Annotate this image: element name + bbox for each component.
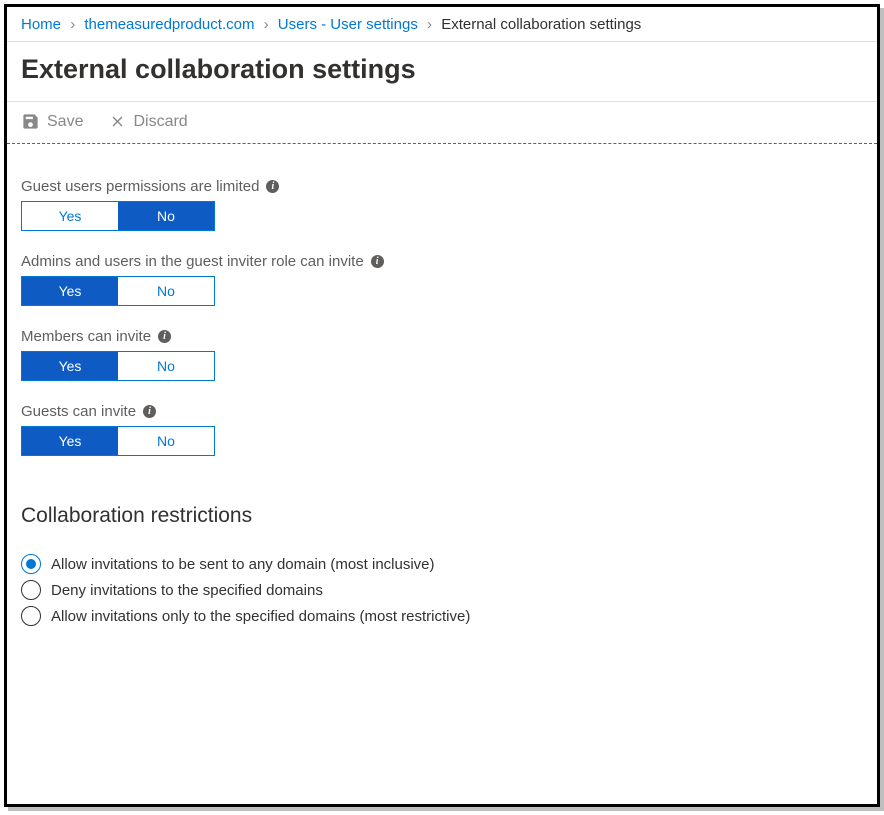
radio-label: Deny invitations to the specified domain… [51, 582, 323, 599]
radio-deny-domains[interactable]: Deny invitations to the specified domain… [21, 580, 863, 600]
field-guest-permissions: Guest users permissions are limited i Ye… [21, 178, 863, 231]
save-icon [21, 112, 40, 131]
save-label: Save [47, 113, 83, 131]
close-icon [109, 113, 126, 130]
label-text: Guests can invite [21, 403, 136, 420]
settings-panel: Home › themeasuredproduct.com › Users - … [4, 4, 880, 807]
field-label: Admins and users in the guest inviter ro… [21, 253, 863, 270]
radio-allow-any-domain[interactable]: Allow invitations to be sent to any doma… [21, 554, 863, 574]
save-button[interactable]: Save [21, 112, 83, 131]
toggle-yes[interactable]: Yes [22, 202, 118, 230]
page-title: External collaboration settings [21, 54, 863, 85]
toggle-yes[interactable]: Yes [22, 277, 118, 305]
radio-allow-only-domains[interactable]: Allow invitations only to the specified … [21, 606, 863, 626]
field-label: Guest users permissions are limited i [21, 178, 863, 195]
radio-icon [21, 580, 41, 600]
toolbar: Save Discard [7, 101, 877, 144]
restrictions-radio-group: Allow invitations to be sent to any doma… [21, 554, 863, 626]
radio-icon [21, 554, 41, 574]
field-admins-can-invite: Admins and users in the guest inviter ro… [21, 253, 863, 306]
restrictions-heading: Collaboration restrictions [21, 504, 863, 528]
radio-label: Allow invitations to be sent to any doma… [51, 556, 435, 573]
toggle-guest-permissions: Yes No [21, 201, 215, 231]
field-guests-can-invite: Guests can invite i Yes No [21, 403, 863, 456]
breadcrumb-home[interactable]: Home [21, 16, 61, 33]
info-icon[interactable]: i [158, 330, 171, 343]
breadcrumb-tenant[interactable]: themeasuredproduct.com [84, 16, 254, 33]
toggle-no[interactable]: No [118, 352, 214, 380]
info-icon[interactable]: i [266, 180, 279, 193]
field-label: Guests can invite i [21, 403, 863, 420]
toggle-admins-can-invite: Yes No [21, 276, 215, 306]
breadcrumb-current: External collaboration settings [441, 16, 641, 33]
toggle-no[interactable]: No [118, 202, 214, 230]
info-icon[interactable]: i [371, 255, 384, 268]
toggle-guests-can-invite: Yes No [21, 426, 215, 456]
field-members-can-invite: Members can invite i Yes No [21, 328, 863, 381]
label-text: Members can invite [21, 328, 151, 345]
radio-icon [21, 606, 41, 626]
radio-label: Allow invitations only to the specified … [51, 608, 470, 625]
label-text: Admins and users in the guest inviter ro… [21, 253, 364, 270]
toggle-no[interactable]: No [118, 277, 214, 305]
content-area: Guest users permissions are limited i Ye… [7, 144, 877, 646]
field-label: Members can invite i [21, 328, 863, 345]
chevron-right-icon: › [70, 16, 75, 33]
breadcrumb-users-settings[interactable]: Users - User settings [278, 16, 418, 33]
chevron-right-icon: › [427, 16, 432, 33]
discard-button[interactable]: Discard [109, 113, 187, 131]
toggle-yes[interactable]: Yes [22, 427, 118, 455]
chevron-right-icon: › [264, 16, 269, 33]
discard-label: Discard [133, 113, 187, 131]
toggle-yes[interactable]: Yes [22, 352, 118, 380]
label-text: Guest users permissions are limited [21, 178, 259, 195]
info-icon[interactable]: i [143, 405, 156, 418]
toggle-members-can-invite: Yes No [21, 351, 215, 381]
breadcrumb: Home › themeasuredproduct.com › Users - … [7, 7, 877, 42]
toggle-no[interactable]: No [118, 427, 214, 455]
